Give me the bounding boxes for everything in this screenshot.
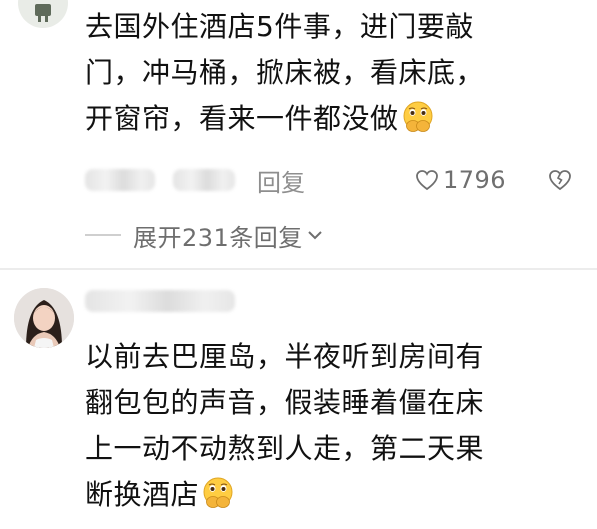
expand-replies[interactable]: 展开231条回复 [85,215,323,255]
comment-1-meta: 回复 1796 [85,160,585,200]
avatar-figure-icon [35,4,51,22]
broken-heart-icon[interactable] [547,168,573,192]
avatar-portrait-icon [14,288,74,348]
comment-divider [0,268,597,270]
comment-line: 以前去巴厘岛，半夜听到房间有 [85,340,485,373]
expand-divider-line [85,234,121,236]
avatar-commenter-2[interactable] [14,288,74,348]
grimacing-hands-emoji-icon [203,477,233,508]
comment-1-text: 去国外住酒店5件事，进门要敲 门，冲马桶，掀床被，看床底， 开窗帘，看来一件都没… [85,4,585,142]
comment-2-username[interactable] [85,290,235,316]
chevron-down-icon [308,231,322,240]
comment-line: 翻包包的声音，假装睡着僵在床 [85,386,485,419]
like-button[interactable]: 1796 [415,166,506,194]
reply-button[interactable]: 回复 [257,163,305,198]
comment-line: 断换酒店 [85,472,585,518]
blurred-username [85,290,235,312]
comment-line: 去国外住酒店5件事，进门要敲 [85,10,474,43]
heart-icon [416,170,438,191]
blurred-timestamp [173,169,235,191]
expand-replies-label: 展开231条回复 [133,223,303,252]
grimacing-hands-emoji-icon [403,101,433,132]
blurred-username [85,169,155,191]
comment-line: 开窗帘，看来一件都没做 [85,96,585,142]
comment-2-text: 以前去巴厘岛，半夜听到房间有 翻包包的声音，假装睡着僵在床 上一动不动熬到人走，… [85,334,585,518]
like-count: 1796 [443,166,507,194]
comment-line: 门，冲马桶，掀床被，看床底， [85,56,485,89]
avatar-commenter-1[interactable] [18,0,68,28]
comment-line: 上一动不动熬到人走，第二天果 [85,432,485,465]
